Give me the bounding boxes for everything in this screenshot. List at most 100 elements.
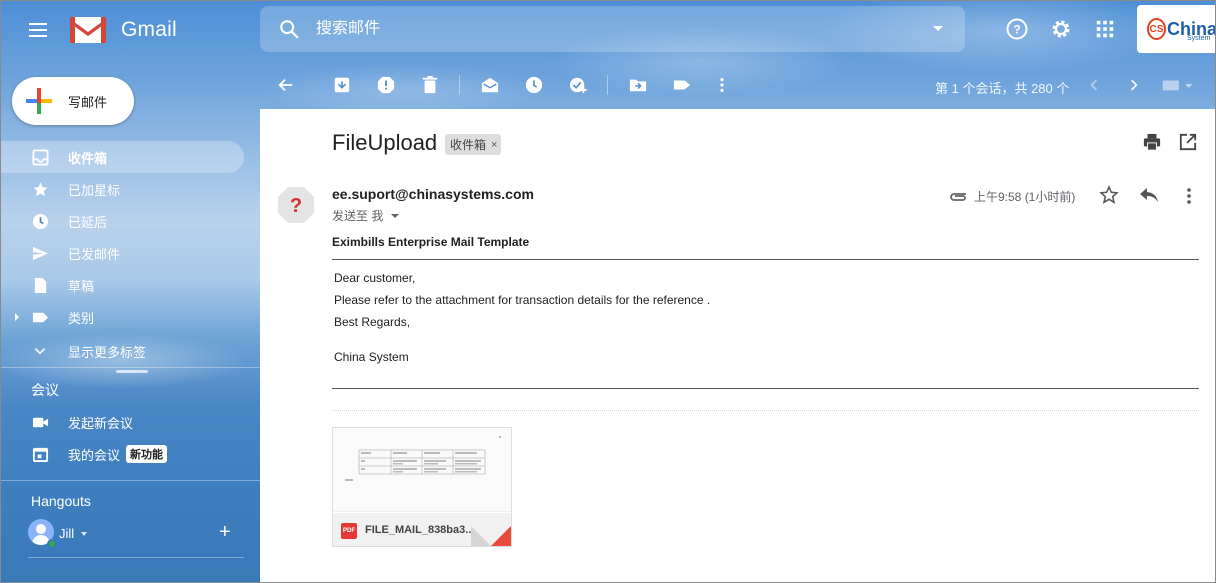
sidebar-item-sent[interactable]: 已发邮件 <box>1 237 260 269</box>
newer-chevron-left-icon[interactable] <box>1084 75 1104 95</box>
new-feature-badge: 新功能 <box>126 445 168 463</box>
gmail-logo[interactable]: Gmail <box>69 15 177 44</box>
body-text: Please refer to the attachment for trans… <box>334 293 711 307</box>
back-arrow-icon[interactable] <box>276 75 296 95</box>
expand-arrow-icon[interactable] <box>15 313 19 321</box>
main-menu-button[interactable] <box>23 15 53 45</box>
open-new-window-icon[interactable] <box>1179 133 1197 151</box>
body-signature: China System <box>334 350 409 364</box>
svg-text:?: ? <box>290 195 302 217</box>
attachment-fold-icon <box>471 526 491 546</box>
search-icon[interactable] <box>278 18 300 40</box>
sidebar-item-label: 草稿 <box>68 278 95 294</box>
chevron-down-icon <box>31 342 49 360</box>
sidebar-item-categories[interactable]: 类别 <box>1 301 260 333</box>
my-meetings-item[interactable]: 我的会议 新功能 <box>1 438 260 470</box>
input-tools-keyboard-icon[interactable] <box>1160 75 1196 95</box>
compose-plus-icon <box>26 88 52 114</box>
label-chip-text: 收件箱 <box>450 138 487 152</box>
draft-icon <box>31 276 49 294</box>
sidebar-item-more[interactable]: 显示更多标签 <box>1 335 260 367</box>
online-status-icon <box>47 539 57 549</box>
sidebar-item-snoozed[interactable]: 已延后 <box>1 205 260 237</box>
section-divider <box>1 367 260 368</box>
body-top-rule <box>332 259 1199 260</box>
star-icon[interactable] <box>1099 185 1119 205</box>
brand-subtitle: System <box>1187 35 1211 42</box>
hangouts-title: Hangouts <box>31 493 91 509</box>
reply-icon[interactable] <box>1139 187 1159 203</box>
sidebar-item-inbox[interactable]: 收件箱 <box>1 141 244 173</box>
attachment-preview <box>333 428 511 512</box>
attachment-paperclip-icon <box>948 188 968 202</box>
add-to-tasks-icon[interactable] <box>568 75 588 95</box>
sidebar-item-drafts[interactable]: 草稿 <box>1 269 260 301</box>
sidebar-item-starred[interactable]: 已加星标 <box>1 173 260 205</box>
delete-icon[interactable] <box>420 75 440 95</box>
sidebar-item-label: 收件箱 <box>68 150 108 166</box>
gmail-m-icon <box>70 17 106 43</box>
new-meeting-item[interactable]: 发起新会议 <box>1 406 260 438</box>
account-brand-logo[interactable]: CS China System <box>1137 5 1215 53</box>
archive-icon[interactable] <box>332 75 352 95</box>
app-name: Gmail <box>121 17 177 41</box>
search-input[interactable] <box>316 20 876 38</box>
snooze-clock-icon[interactable] <box>524 75 544 95</box>
meet-section-title: 会议 <box>31 382 59 398</box>
top-bar: Gmail ? <box>1 1 1215 59</box>
search-options-icon[interactable] <box>933 26 943 31</box>
body-closing: Best Regards, <box>334 315 411 329</box>
menu-bar <box>29 23 47 25</box>
hangouts-user-name[interactable]: Jill <box>59 526 74 541</box>
label-tag-icon[interactable] <box>672 75 692 95</box>
gmail-window: Gmail ? <box>0 0 1216 583</box>
attachments-divider <box>332 410 1199 411</box>
sidebar-resize-handle[interactable] <box>116 370 148 373</box>
apps-grid-icon[interactable] <box>1093 17 1117 41</box>
attachment-card[interactable]: PDF FILE_MAIL_838ba3... <box>332 427 512 547</box>
help-icon[interactable]: ? <box>1005 17 1029 41</box>
new-meeting-label: 发起新会议 <box>68 415 134 431</box>
print-icon[interactable] <box>1143 133 1161 151</box>
message-time: 上午9:58 (1小时前) <box>974 190 1076 204</box>
settings-gear-icon[interactable] <box>1049 17 1073 41</box>
body-bottom-rule <box>332 388 1199 389</box>
mail-template-title: Eximbills Enterprise Mail Template <box>332 235 530 249</box>
brand-cs-icon: CS <box>1147 18 1166 40</box>
sender-email[interactable]: ee.suport@chinasystems.com <box>332 186 534 202</box>
move-to-folder-icon[interactable] <box>628 75 648 95</box>
star-icon <box>31 180 49 198</box>
sender-avatar-unknown-icon[interactable]: ? <box>277 186 315 224</box>
sidebar-item-label: 显示更多标签 <box>68 344 147 360</box>
add-contact-icon[interactable]: + <box>219 521 231 544</box>
message-toolbar: 第 1 个会话，共 280 个 <box>260 61 1215 109</box>
video-camera-icon <box>31 413 49 431</box>
label-icon <box>31 308 49 326</box>
body-greeting: Dear customer, <box>334 271 416 285</box>
compose-button[interactable]: 写邮件 <box>12 77 134 125</box>
search-bar[interactable] <box>260 6 965 52</box>
send-icon <box>31 244 49 262</box>
menu-bar <box>29 35 47 37</box>
message-more-icon[interactable] <box>1181 186 1197 206</box>
sidebar-item-label: 已加星标 <box>68 182 121 198</box>
attachment-corner-icon <box>491 526 511 546</box>
message-view: FileUpload 收件箱 × ? ee.suport@chinasystem… <box>260 109 1215 582</box>
menu-bar <box>29 29 47 31</box>
remove-label-icon[interactable]: × <box>491 139 497 151</box>
sidebar-item-label: 类别 <box>68 310 95 326</box>
mark-unread-icon[interactable] <box>480 75 500 95</box>
toolbar-separator <box>607 75 608 95</box>
show-details-caret-icon[interactable] <box>391 213 400 218</box>
recipients-details[interactable]: 发送至 我 <box>332 207 400 224</box>
inbox-label-chip[interactable]: 收件箱 × <box>445 134 502 155</box>
older-chevron-right-icon[interactable] <box>1124 75 1144 95</box>
toolbar-separator <box>459 75 460 95</box>
more-options-icon[interactable] <box>712 75 732 95</box>
message-subject: FileUpload <box>332 130 438 155</box>
calendar-icon <box>31 445 49 463</box>
hangouts-status-caret-icon[interactable] <box>81 532 87 536</box>
inbox-icon <box>31 148 49 166</box>
clock-icon <box>31 212 49 230</box>
report-spam-icon[interactable] <box>376 75 396 95</box>
